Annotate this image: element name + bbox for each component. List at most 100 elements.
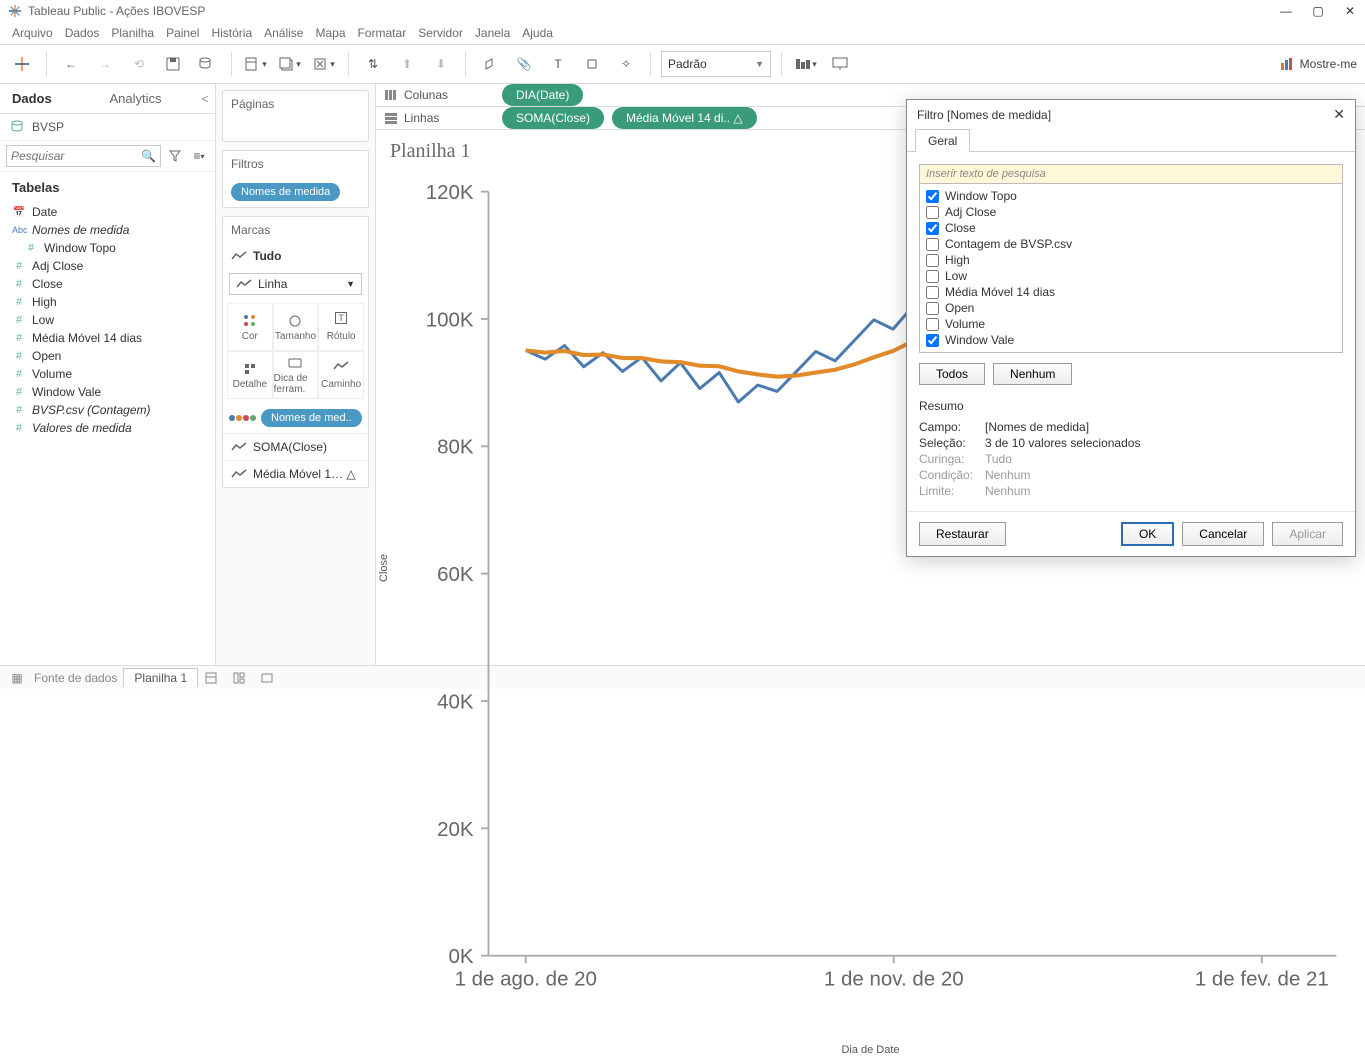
filter-fields-icon[interactable] [165, 146, 185, 166]
sheet-tab[interactable]: Planilha 1 [123, 668, 198, 687]
swap-icon[interactable]: ⇅ [359, 50, 387, 78]
select-all-button[interactable]: Todos [919, 363, 985, 385]
select-none-button[interactable]: Nenhum [993, 363, 1072, 385]
undo-icon[interactable]: ← [57, 50, 85, 78]
menu-planilha[interactable]: Planilha [111, 26, 154, 40]
totals-icon[interactable]: T [544, 50, 572, 78]
field-item[interactable]: #Low [6, 311, 209, 329]
presentation-icon[interactable] [826, 50, 854, 78]
filter-item[interactable]: Close [926, 220, 1336, 236]
filter-item[interactable]: Low [926, 268, 1336, 284]
marks-cell-cor[interactable]: Cor [227, 303, 273, 351]
filter-checkbox[interactable] [926, 190, 939, 203]
field-item[interactable]: #Window Vale [6, 383, 209, 401]
maximize-icon[interactable]: ▢ [1311, 4, 1325, 18]
save-icon[interactable] [159, 50, 187, 78]
reset-button[interactable]: Restaurar [919, 522, 1006, 546]
show-cards-icon[interactable]: ▾ [792, 50, 820, 78]
filter-item[interactable]: Window Topo [926, 188, 1336, 204]
highlight-icon[interactable] [476, 50, 504, 78]
redo-icon[interactable]: → [91, 50, 119, 78]
menu-arquivo[interactable]: Arquivo [12, 26, 53, 40]
rows-pill-close[interactable]: SOMA(Close) [502, 107, 604, 129]
filter-checkbox[interactable] [926, 254, 939, 267]
field-item[interactable]: #Valores de medida [6, 419, 209, 437]
show-me-button[interactable]: Mostre-me [1280, 57, 1357, 71]
marks-all-header[interactable]: Tudo [223, 243, 368, 269]
menu-ajuda[interactable]: Ajuda [522, 26, 553, 40]
revert-icon[interactable]: ⟲ [125, 50, 153, 78]
filter-item[interactable]: Média Móvel 14 dias [926, 284, 1336, 300]
ok-button[interactable]: OK [1121, 522, 1174, 546]
marks-cell-caminho[interactable]: Caminho [318, 351, 364, 399]
marks-cell-detalhe[interactable]: Detalhe [227, 351, 273, 399]
cancel-button[interactable]: Cancelar [1182, 522, 1264, 546]
filter-checkbox[interactable] [926, 270, 939, 283]
field-search-input[interactable] [11, 149, 141, 163]
filter-checkbox[interactable] [926, 238, 939, 251]
marks-cell-rtulo[interactable]: TRótulo [318, 303, 364, 351]
filter-checkbox[interactable] [926, 318, 939, 331]
group-icon[interactable]: 📎 [510, 50, 538, 78]
marks-cell-tamanho[interactable]: Tamanho [273, 303, 319, 351]
menu-historia[interactable]: História [211, 26, 252, 40]
filter-checkbox[interactable] [926, 334, 939, 347]
new-worksheet-icon[interactable]: ▾ [242, 50, 270, 78]
filter-checkbox[interactable] [926, 222, 939, 235]
rows-pill-ma[interactable]: Média Móvel 14 di.. △ [612, 107, 757, 129]
tableau-home-icon[interactable] [8, 50, 36, 78]
pin-icon[interactable]: ✧ [612, 50, 640, 78]
tab-analytics[interactable]: Analytics [98, 91, 196, 106]
field-search[interactable]: 🔍 [6, 145, 161, 167]
duplicate-icon[interactable]: ▾ [276, 50, 304, 78]
minimize-icon[interactable]: — [1279, 4, 1293, 18]
filter-item[interactable]: Volume [926, 316, 1336, 332]
field-item[interactable]: #Close [6, 275, 209, 293]
field-item[interactable]: #Window Topo [6, 239, 209, 257]
field-item[interactable]: AbcNomes de medida [6, 221, 209, 239]
sort-asc-icon[interactable]: ⬆ [393, 50, 421, 78]
menu-janela[interactable]: Janela [475, 26, 510, 40]
mark-type-dropdown[interactable]: Linha ▼ [229, 273, 362, 295]
apply-button[interactable]: Aplicar [1272, 522, 1343, 546]
datasource-tab-icon[interactable]: ▦ [6, 671, 28, 685]
filter-item[interactable]: Window Vale [926, 332, 1336, 348]
menu-formatar[interactable]: Formatar [358, 26, 407, 40]
filter-search[interactable]: Inserir texto de pesquisa [920, 165, 1342, 184]
datasource-tab[interactable]: Fonte de dados [34, 671, 117, 685]
new-datasource-icon[interactable] [193, 50, 221, 78]
clear-icon[interactable]: ▾ [310, 50, 338, 78]
menu-mapa[interactable]: Mapa [315, 26, 345, 40]
filter-checkbox[interactable] [926, 206, 939, 219]
new-story-icon[interactable] [260, 671, 282, 685]
filter-item[interactable]: Open [926, 300, 1336, 316]
filter-item[interactable]: High [926, 252, 1336, 268]
collapse-pane-icon[interactable]: < [195, 92, 215, 106]
tab-data[interactable]: Dados [0, 91, 98, 106]
marks-cell-dicadeferram[interactable]: Dica de ferram. [273, 351, 319, 399]
menu-dados[interactable]: Dados [65, 26, 100, 40]
datasource-row[interactable]: BVSP [0, 114, 215, 140]
field-item[interactable]: #Open [6, 347, 209, 365]
field-item[interactable]: #High [6, 293, 209, 311]
dialog-tab-general[interactable]: Geral [915, 129, 970, 152]
field-item[interactable]: 📅Date [6, 203, 209, 221]
close-icon[interactable]: ✕ [1343, 4, 1357, 18]
filter-checkbox[interactable] [926, 302, 939, 315]
field-item[interactable]: #Adj Close [6, 257, 209, 275]
measure-row-ma[interactable]: Média Móvel 1… △ [223, 460, 368, 487]
fit-dropdown[interactable]: Padrão ▼ [661, 51, 771, 77]
measure-row-close[interactable]: SOMA(Close) [223, 433, 368, 460]
dialog-close-icon[interactable]: ✕ [1333, 106, 1345, 123]
new-sheet-icon[interactable] [204, 671, 226, 685]
field-item[interactable]: #Volume [6, 365, 209, 383]
menu-painel[interactable]: Painel [166, 26, 199, 40]
sort-desc-icon[interactable]: ⬇ [427, 50, 455, 78]
columns-pill-date[interactable]: DIA(Date) [502, 84, 583, 106]
field-item[interactable]: #BVSP.csv (Contagem) [6, 401, 209, 419]
menu-servidor[interactable]: Servidor [418, 26, 463, 40]
menu-analise[interactable]: Análise [264, 26, 303, 40]
filter-checkbox[interactable] [926, 286, 939, 299]
labels-icon[interactable] [578, 50, 606, 78]
filter-item[interactable]: Adj Close [926, 204, 1336, 220]
